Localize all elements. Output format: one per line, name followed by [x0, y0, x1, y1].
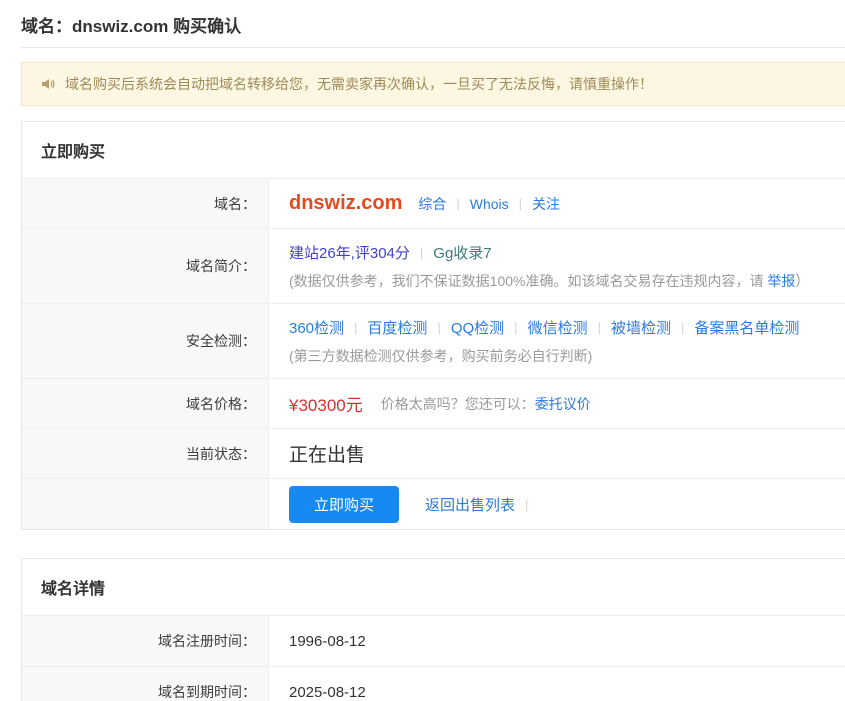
- notice-text: 域名购买后系统会自动把域名转移给您，无需卖家再次确认，一旦买了无法反悔，请慎重操…: [65, 74, 653, 94]
- domain-label: 域名：: [22, 179, 269, 228]
- separator: |: [420, 245, 423, 260]
- expire-date-row: 域名到期时间： 2025-08-12: [22, 666, 845, 701]
- separator: |: [519, 196, 522, 211]
- price-amount: ¥30300元: [289, 391, 363, 416]
- register-date-label: 域名注册时间：: [22, 616, 269, 666]
- register-date-value: 1996-08-12: [289, 633, 845, 650]
- check-link-icp-blacklist[interactable]: 备案黑名单检测: [694, 317, 799, 338]
- price-row: 域名价格： ¥30300元 价格太高吗？您还可以： 委托议价: [22, 378, 845, 428]
- google-index-text: Gg收录7: [433, 242, 491, 263]
- check-link-gfw[interactable]: 被墙检测: [611, 317, 671, 338]
- separator: |: [437, 320, 440, 335]
- buy-now-panel: 立即购买 域名： dnswiz.com 综合 | Whois | 关注 域名简介…: [21, 121, 845, 530]
- buy-now-button[interactable]: 立即购买: [289, 486, 399, 523]
- security-label: 安全检测：: [22, 304, 269, 378]
- expire-date-value: 2025-08-12: [289, 684, 845, 701]
- domain-link-overview[interactable]: 综合: [418, 194, 446, 214]
- intro-disclaimer: (数据仅供参考，我们不保证数据100%准确。如该域名交易存在违规内容，请 举报）: [289, 271, 845, 291]
- announcement-speaker-icon: [40, 76, 56, 92]
- status-value: 正在出售: [289, 440, 845, 467]
- notice-bar: 域名购买后系统会自动把域名转移给您，无需卖家再次确认，一旦买了无法反悔，请慎重操…: [21, 62, 845, 106]
- report-link[interactable]: 举报: [767, 273, 795, 289]
- page-header: 域名：dnswiz.com 购买确认: [0, 0, 845, 47]
- separator: |: [456, 196, 459, 211]
- separator: |: [514, 320, 517, 335]
- separator: |: [354, 320, 357, 335]
- check-link-baidu[interactable]: 百度检测: [367, 317, 427, 338]
- price-hint: 价格太高吗？您还可以：: [381, 394, 535, 414]
- back-to-list-link[interactable]: 返回出售列表: [425, 494, 515, 515]
- domain-link-whois[interactable]: Whois: [470, 196, 509, 212]
- domain-row: 域名： dnswiz.com 综合 | Whois | 关注: [22, 178, 845, 228]
- site-stats-link[interactable]: 建站26年,评304分: [289, 242, 410, 263]
- check-link-wechat[interactable]: 微信检测: [528, 317, 588, 338]
- domain-link-follow[interactable]: 关注: [532, 194, 560, 214]
- price-label: 域名价格：: [22, 379, 269, 428]
- buy-panel-title: 立即购买: [22, 122, 845, 178]
- negotiate-price-link[interactable]: 委托议价: [535, 394, 591, 414]
- separator: |: [681, 320, 684, 335]
- separator: |: [598, 320, 601, 335]
- title-divider: [21, 47, 845, 48]
- register-date-row: 域名注册时间： 1996-08-12: [22, 615, 845, 666]
- check-link-qq[interactable]: QQ检测: [451, 317, 504, 338]
- check-link-360[interactable]: 360检测: [289, 317, 344, 338]
- expire-date-label: 域名到期时间：: [22, 667, 269, 701]
- page-title: 域名：dnswiz.com 购买确认: [21, 12, 845, 37]
- actions-row: 立即购买 返回出售列表 |: [22, 478, 845, 529]
- security-check-row: 安全检测： 360检测 | 百度检测 | QQ检测 | 微信检测 | 被墙检测 …: [22, 303, 845, 378]
- domain-detail-panel: 域名详情 域名注册时间： 1996-08-12 域名到期时间： 2025-08-…: [21, 558, 845, 701]
- detail-panel-title: 域名详情: [22, 559, 845, 615]
- intro-row: 域名简介： 建站26年,评304分 | Gg收录7 (数据仅供参考，我们不保证数…: [22, 228, 845, 303]
- status-label: 当前状态：: [22, 429, 269, 478]
- separator: |: [525, 497, 528, 512]
- status-row: 当前状态： 正在出售: [22, 428, 845, 478]
- security-disclaimer: (第三方数据检测仅供参考，购买前务必自行判断): [289, 346, 845, 366]
- domain-name: dnswiz.com: [289, 192, 402, 215]
- actions-label-empty: [22, 479, 269, 529]
- intro-label: 域名简介：: [22, 229, 269, 303]
